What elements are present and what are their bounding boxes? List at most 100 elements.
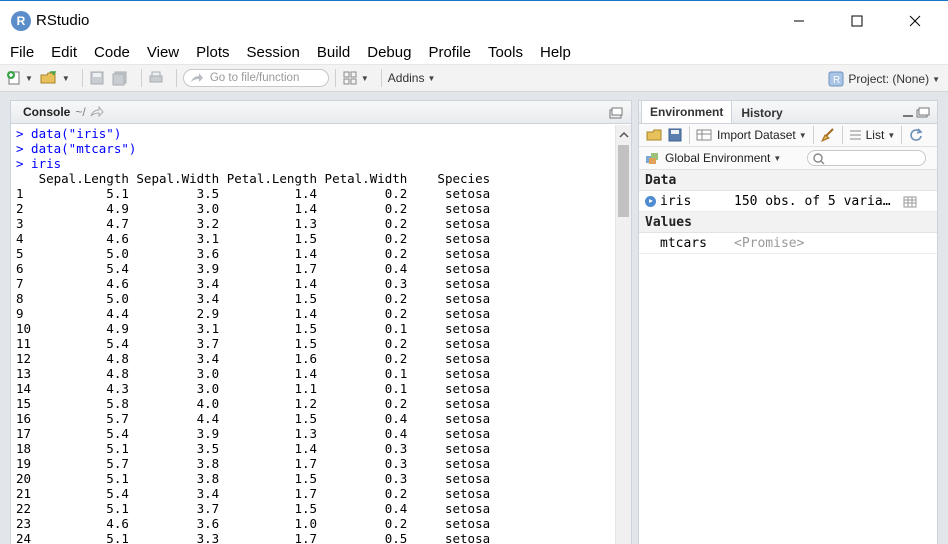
chevron-down-icon: ▼ xyxy=(773,153,782,163)
environment-toolbar: Import Dataset ▼ List ▼ xyxy=(639,124,937,147)
toolbar-divider xyxy=(81,69,83,87)
expand-arrow-icon[interactable] xyxy=(645,196,656,207)
environment-pane: Environment History Import Dataset ▼ Lis… xyxy=(638,100,938,544)
table-row: 7 4.6 3.4 1.4 0.3 setosa xyxy=(16,276,491,291)
table-row: 20 5.1 3.8 1.5 0.3 setosa xyxy=(16,471,491,486)
console-tab[interactable]: Console xyxy=(23,105,70,119)
menu-help[interactable]: Help xyxy=(540,44,571,61)
variable-name: iris xyxy=(660,193,692,209)
menu-edit[interactable]: Edit xyxy=(51,44,77,61)
toolbar-divider xyxy=(334,69,336,87)
working-directory: ~/ xyxy=(75,105,86,119)
search-icon xyxy=(813,153,825,165)
toolbar-divider xyxy=(841,126,843,144)
addins-button[interactable]: Addins ▼ xyxy=(388,68,436,88)
table-row: 4 4.6 3.1 1.5 0.2 setosa xyxy=(16,231,491,246)
go-to-file-input[interactable]: Go to file/function xyxy=(182,69,329,87)
table-row: 16 5.7 4.4 1.5 0.4 setosa xyxy=(16,411,491,426)
console-output[interactable]: > data("iris") > data("mtcars") > iris S… xyxy=(11,125,617,544)
refresh-icon[interactable] xyxy=(908,127,924,143)
arrow-right-icon xyxy=(190,73,203,82)
broom-icon[interactable] xyxy=(820,127,836,143)
maximize-button[interactable] xyxy=(828,1,886,41)
save-all-icon xyxy=(112,71,127,86)
toolbar-divider xyxy=(812,126,814,144)
grid-icon xyxy=(343,71,357,85)
scrollbar-thumb[interactable] xyxy=(618,145,629,217)
tab-history[interactable]: History xyxy=(732,101,791,123)
menu-file[interactable]: File xyxy=(10,44,34,61)
table-row: 19 5.7 3.8 1.7 0.3 setosa xyxy=(16,456,491,471)
list-view-label: List xyxy=(865,128,885,142)
toolbar-divider xyxy=(689,126,690,144)
menu-debug[interactable]: Debug xyxy=(367,44,411,61)
table-row: 3 4.7 3.2 1.3 0.2 setosa xyxy=(16,216,491,231)
menu-session[interactable]: Session xyxy=(247,44,300,61)
table-row: 2 4.9 3.0 1.4 0.2 setosa xyxy=(16,201,491,216)
save-all-button[interactable] xyxy=(111,68,129,88)
view-table-icon[interactable] xyxy=(903,196,917,208)
print-icon xyxy=(149,71,163,83)
menu-profile[interactable]: Profile xyxy=(428,44,471,61)
menu-plots[interactable]: Plots xyxy=(196,44,229,61)
table-row: 14 4.3 3.0 1.1 0.1 setosa xyxy=(16,381,491,396)
project-menu[interactable]: R Project: (None) ▼ xyxy=(828,71,940,87)
minimize-button[interactable] xyxy=(770,1,828,41)
menu-view[interactable]: View xyxy=(147,44,179,61)
import-dataset-button[interactable]: Import Dataset ▼ xyxy=(696,128,807,142)
chevron-down-icon: ▼ xyxy=(798,130,807,140)
folder-open-icon xyxy=(40,71,57,84)
open-file-button[interactable]: ▼ xyxy=(39,68,70,88)
values-section-header: Values xyxy=(639,212,937,233)
environment-search-input[interactable] xyxy=(807,150,926,166)
tab-environment[interactable]: Environment xyxy=(641,100,733,123)
new-file-button[interactable]: ▼ xyxy=(6,68,33,88)
table-header: Sepal.Length Sepal.Width Petal.Length Pe… xyxy=(16,171,491,186)
data-section-header: Data xyxy=(639,170,937,191)
environment-tab-bar: Environment History xyxy=(639,100,937,124)
project-icon: R xyxy=(828,71,844,87)
menu-build[interactable]: Build xyxy=(317,44,350,61)
title-bar: R RStudio xyxy=(0,0,948,40)
import-table-icon xyxy=(696,129,712,141)
table-row: 12 4.8 3.4 1.6 0.2 setosa xyxy=(16,351,491,366)
import-dataset-label: Import Dataset xyxy=(717,128,796,142)
pane-minmax-icon[interactable] xyxy=(901,107,931,119)
go-to-directory-icon[interactable] xyxy=(90,106,104,118)
scroll-up-icon xyxy=(619,131,629,138)
chevron-down-icon: ▼ xyxy=(932,74,940,84)
print-button[interactable] xyxy=(148,68,164,88)
global-environment-dropdown[interactable]: Global Environment ▼ xyxy=(645,151,781,165)
minimize-icon xyxy=(794,20,804,22)
maximize-pane-icon[interactable] xyxy=(609,107,623,119)
load-workspace-icon[interactable] xyxy=(645,127,665,143)
menu-code[interactable]: Code xyxy=(94,44,130,61)
workspace-panes-button[interactable]: ▼ xyxy=(342,68,369,88)
new-file-icon xyxy=(7,71,20,85)
chevron-down-icon: ▼ xyxy=(360,73,369,83)
table-row: 11 5.4 3.7 1.5 0.2 setosa xyxy=(16,336,491,351)
close-icon xyxy=(909,15,921,27)
table-row: 5 5.0 3.6 1.4 0.2 setosa xyxy=(16,246,491,261)
toolbar-divider xyxy=(380,69,382,87)
table-row: 24 5.1 3.3 1.7 0.5 setosa xyxy=(16,531,491,544)
list-view-button[interactable]: List ▼ xyxy=(849,128,895,142)
table-row: 15 5.8 4.0 1.2 0.2 setosa xyxy=(16,396,491,411)
console-command: > data("iris") xyxy=(16,126,122,141)
project-label: Project: (None) xyxy=(848,72,930,86)
toolbar-divider xyxy=(140,69,142,87)
save-button[interactable] xyxy=(89,68,105,88)
data-row-iris[interactable]: iris 150 obs. of 5 varia… xyxy=(639,191,937,212)
table-row: 23 4.6 3.6 1.0 0.2 setosa xyxy=(16,516,491,531)
console-command: > data("mtcars") xyxy=(16,141,137,156)
rstudio-logo-icon: R xyxy=(11,11,31,31)
menu-tools[interactable]: Tools xyxy=(488,44,523,61)
value-row-mtcars[interactable]: mtcars <Promise> xyxy=(639,233,937,254)
window-title: RStudio xyxy=(36,12,90,29)
close-button[interactable] xyxy=(886,1,944,41)
console-scrollbar[interactable] xyxy=(615,125,631,544)
save-workspace-icon[interactable] xyxy=(667,127,683,143)
environment-scope-bar: Global Environment ▼ xyxy=(639,147,937,170)
chevron-down-icon: ▼ xyxy=(25,73,33,83)
table-row: 10 4.9 3.1 1.5 0.1 setosa xyxy=(16,321,491,336)
